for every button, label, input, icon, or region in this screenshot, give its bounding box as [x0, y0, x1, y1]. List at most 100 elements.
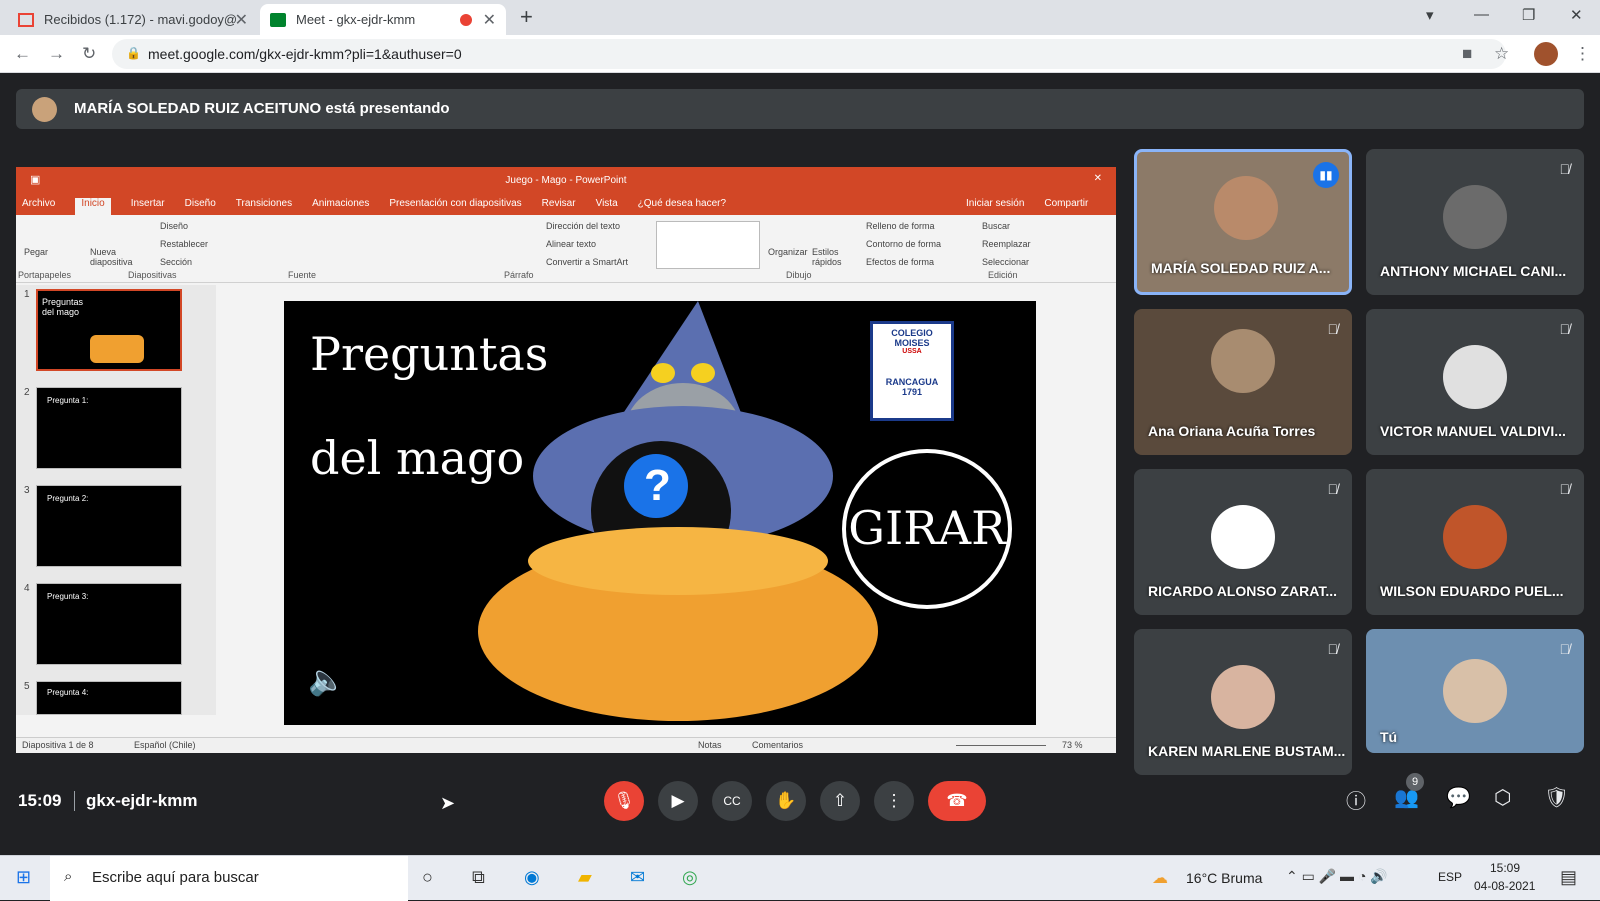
menu-insertar[interactable]: Insertar — [131, 198, 165, 215]
thumb-text: Pregunta 2: — [47, 494, 89, 503]
chat-icon[interactable]: 💬 — [1446, 785, 1471, 810]
back-icon[interactable]: ← — [14, 44, 31, 64]
notes-button[interactable]: Notas — [698, 740, 722, 750]
reset-button[interactable]: Restablecer — [160, 239, 208, 249]
more-options-button[interactable]: ⋮ — [874, 781, 914, 821]
new-tab-button[interactable]: + — [520, 4, 533, 30]
profile-avatar[interactable] — [1534, 42, 1558, 66]
language: Español (Chile) — [134, 740, 196, 750]
slide-number: 1 — [24, 289, 30, 300]
edge-icon[interactable]: ◉ — [524, 867, 540, 888]
section-button[interactable]: Sección — [160, 257, 192, 267]
bookmark-star-icon[interactable]: ☆ — [1494, 44, 1509, 64]
ppt-save-icon[interactable]: ▣ — [30, 173, 40, 186]
url-field[interactable]: 🔒 meet.google.com/gkx-ejdr-kmm?pli=1&aut… — [112, 39, 1506, 69]
paste-button[interactable]: Pegar — [24, 247, 48, 257]
camera-toggle-button[interactable]: ▶ — [658, 781, 698, 821]
chrome-icon[interactable]: ◎ — [682, 867, 698, 888]
slide-thumb-1[interactable]: Preguntas del mago — [36, 289, 182, 371]
menu-animaciones[interactable]: Animaciones — [312, 198, 369, 215]
forward-icon[interactable]: → — [48, 44, 65, 64]
arrange-button[interactable]: Organizar — [768, 247, 808, 257]
mail-icon[interactable]: ✉ — [630, 867, 645, 888]
tab-gmail[interactable]: Recibidos (1.172) - mavi.godoy@ ✕ — [8, 4, 258, 35]
question-mark-icon: ? — [644, 461, 671, 510]
menu-transiciones[interactable]: Transiciones — [236, 198, 292, 215]
activities-icon[interactable]: ⬡ — [1494, 785, 1511, 810]
clock-date[interactable]: 04-08-2021 — [1474, 879, 1535, 893]
system-tray-icons[interactable]: ⌃ ▭ 🎤 ▬ ◔ 🔊 — [1286, 868, 1388, 885]
participant-tile[interactable]: 🎙̸ VICTOR MANUEL VALDIVI... — [1366, 309, 1584, 455]
align-text-button[interactable]: Alinear texto — [546, 239, 596, 249]
weather-text[interactable]: 16°C Bruma — [1186, 870, 1262, 886]
participant-name: Tú — [1380, 729, 1398, 745]
slide-thumb-2[interactable]: Pregunta 1: — [36, 387, 182, 469]
maximize-button[interactable]: ❐ — [1522, 6, 1535, 24]
menu-presentacion[interactable]: Presentación con diapositivas — [389, 198, 521, 215]
windows-start-icon[interactable]: ⊞ — [16, 867, 31, 888]
slide-thumb-4[interactable]: Pregunta 3: — [36, 583, 182, 665]
girar-button[interactable]: GIRAR — [842, 449, 1012, 609]
weather-icon: ☁ — [1152, 870, 1168, 887]
end-call-button[interactable]: ☎ — [928, 781, 986, 821]
login-link[interactable]: Iniciar sesión — [966, 198, 1024, 215]
ppt-close-icon[interactable]: ✕ — [1094, 173, 1102, 184]
menu-dots-icon[interactable]: ⋮ — [1574, 44, 1591, 64]
find-button[interactable]: Buscar — [982, 221, 1010, 231]
shapes-gallery[interactable] — [656, 221, 760, 269]
notifications-icon[interactable]: ▤ — [1560, 867, 1577, 888]
menu-diseno[interactable]: Diseño — [185, 198, 216, 215]
cortana-icon[interactable]: ○ — [422, 867, 433, 888]
menu-tell-me[interactable]: ¿Qué desea hacer? — [638, 198, 726, 215]
taskbar-search[interactable]: ⌕ Escribe aquí para buscar — [50, 856, 408, 901]
replace-button[interactable]: Reemplazar — [982, 239, 1031, 249]
select-button[interactable]: Seleccionar — [982, 257, 1029, 267]
current-slide: Preguntas del mago ? COLEGIO MOISES USSA… — [284, 301, 1036, 725]
slide-thumb-3[interactable]: Pregunta 2: — [36, 485, 182, 567]
info-icon[interactable]: ⓘ — [1346, 785, 1366, 814]
new-slide-button[interactable]: Nueva diapositiva — [90, 247, 140, 267]
slide-thumb-5[interactable]: Pregunta 4: — [36, 681, 182, 715]
smartart-button[interactable]: Convertir a SmartArt — [546, 257, 628, 267]
share-button[interactable]: Compartir — [1044, 198, 1088, 215]
task-view-icon[interactable]: ⧉ — [472, 867, 485, 888]
shape-outline-button[interactable]: Contorno de forma — [866, 239, 941, 249]
participant-tile[interactable]: 🎙̸ ANTHONY MICHAEL CANI... — [1366, 149, 1584, 295]
shape-effects-button[interactable]: Efectos de forma — [866, 257, 934, 267]
participant-tile[interactable]: ▮▮ MARÍA SOLEDAD RUIZ A... — [1134, 149, 1352, 295]
speaker-icon[interactable]: 🔈 — [308, 663, 345, 698]
menu-revisar[interactable]: Revisar — [542, 198, 576, 215]
close-window-button[interactable]: ✕ — [1570, 6, 1583, 24]
self-tile[interactable]: 🎙̸ Tú — [1366, 629, 1584, 753]
captions-button[interactable]: CC — [712, 781, 752, 821]
participant-tile[interactable]: 🎙̸ WILSON EDUARDO PUEL... — [1366, 469, 1584, 615]
ppt-titlebar: ▣ Juego - Mago - PowerPoint ✕ — [16, 167, 1116, 193]
present-button[interactable]: ⇧ — [820, 781, 860, 821]
participant-tile[interactable]: 🎙̸ RICARDO ALONSO ZARAT... — [1134, 469, 1352, 615]
camera-icon[interactable]: ■ — [1462, 44, 1472, 64]
text-direction-button[interactable]: Dirección del texto — [546, 221, 620, 231]
keyboard-language[interactable]: ESP — [1438, 870, 1462, 884]
zoom-slider[interactable] — [956, 745, 1046, 746]
host-controls-icon[interactable]: 🛡 — [1544, 785, 1569, 810]
participant-tile[interactable]: 🎙̸ Ana Oriana Acuña Torres — [1134, 309, 1352, 455]
shape-fill-button[interactable]: Relleno de forma — [866, 221, 935, 231]
menu-inicio[interactable]: Inicio — [75, 198, 111, 215]
comments-button[interactable]: Comentarios — [752, 740, 803, 750]
minimize-button[interactable]: — — [1474, 6, 1489, 23]
menu-archivo[interactable]: Archivo — [22, 198, 55, 215]
quick-styles-button[interactable]: Estilos rápidos — [812, 247, 842, 267]
mic-toggle-button[interactable]: 🎙 — [604, 781, 644, 821]
menu-vista[interactable]: Vista — [596, 198, 618, 215]
close-tab-icon[interactable]: ✕ — [483, 10, 496, 30]
clock-time[interactable]: 15:09 — [1490, 861, 1520, 875]
tab-search-icon[interactable]: ▾ — [1426, 6, 1434, 24]
reload-icon[interactable]: ↻ — [82, 44, 96, 64]
tab-meet[interactable]: Meet - gkx-ejdr-kmm ✕ — [260, 4, 506, 35]
participant-avatar — [1214, 176, 1278, 240]
participant-tile[interactable]: 🎙̸ KAREN MARLENE BUSTAM... — [1134, 629, 1352, 775]
file-explorer-icon[interactable]: ▰ — [578, 867, 592, 888]
close-tab-icon[interactable]: ✕ — [235, 10, 248, 30]
layout-button[interactable]: Diseño — [160, 221, 188, 231]
raise-hand-button[interactable]: ✋ — [766, 781, 806, 821]
